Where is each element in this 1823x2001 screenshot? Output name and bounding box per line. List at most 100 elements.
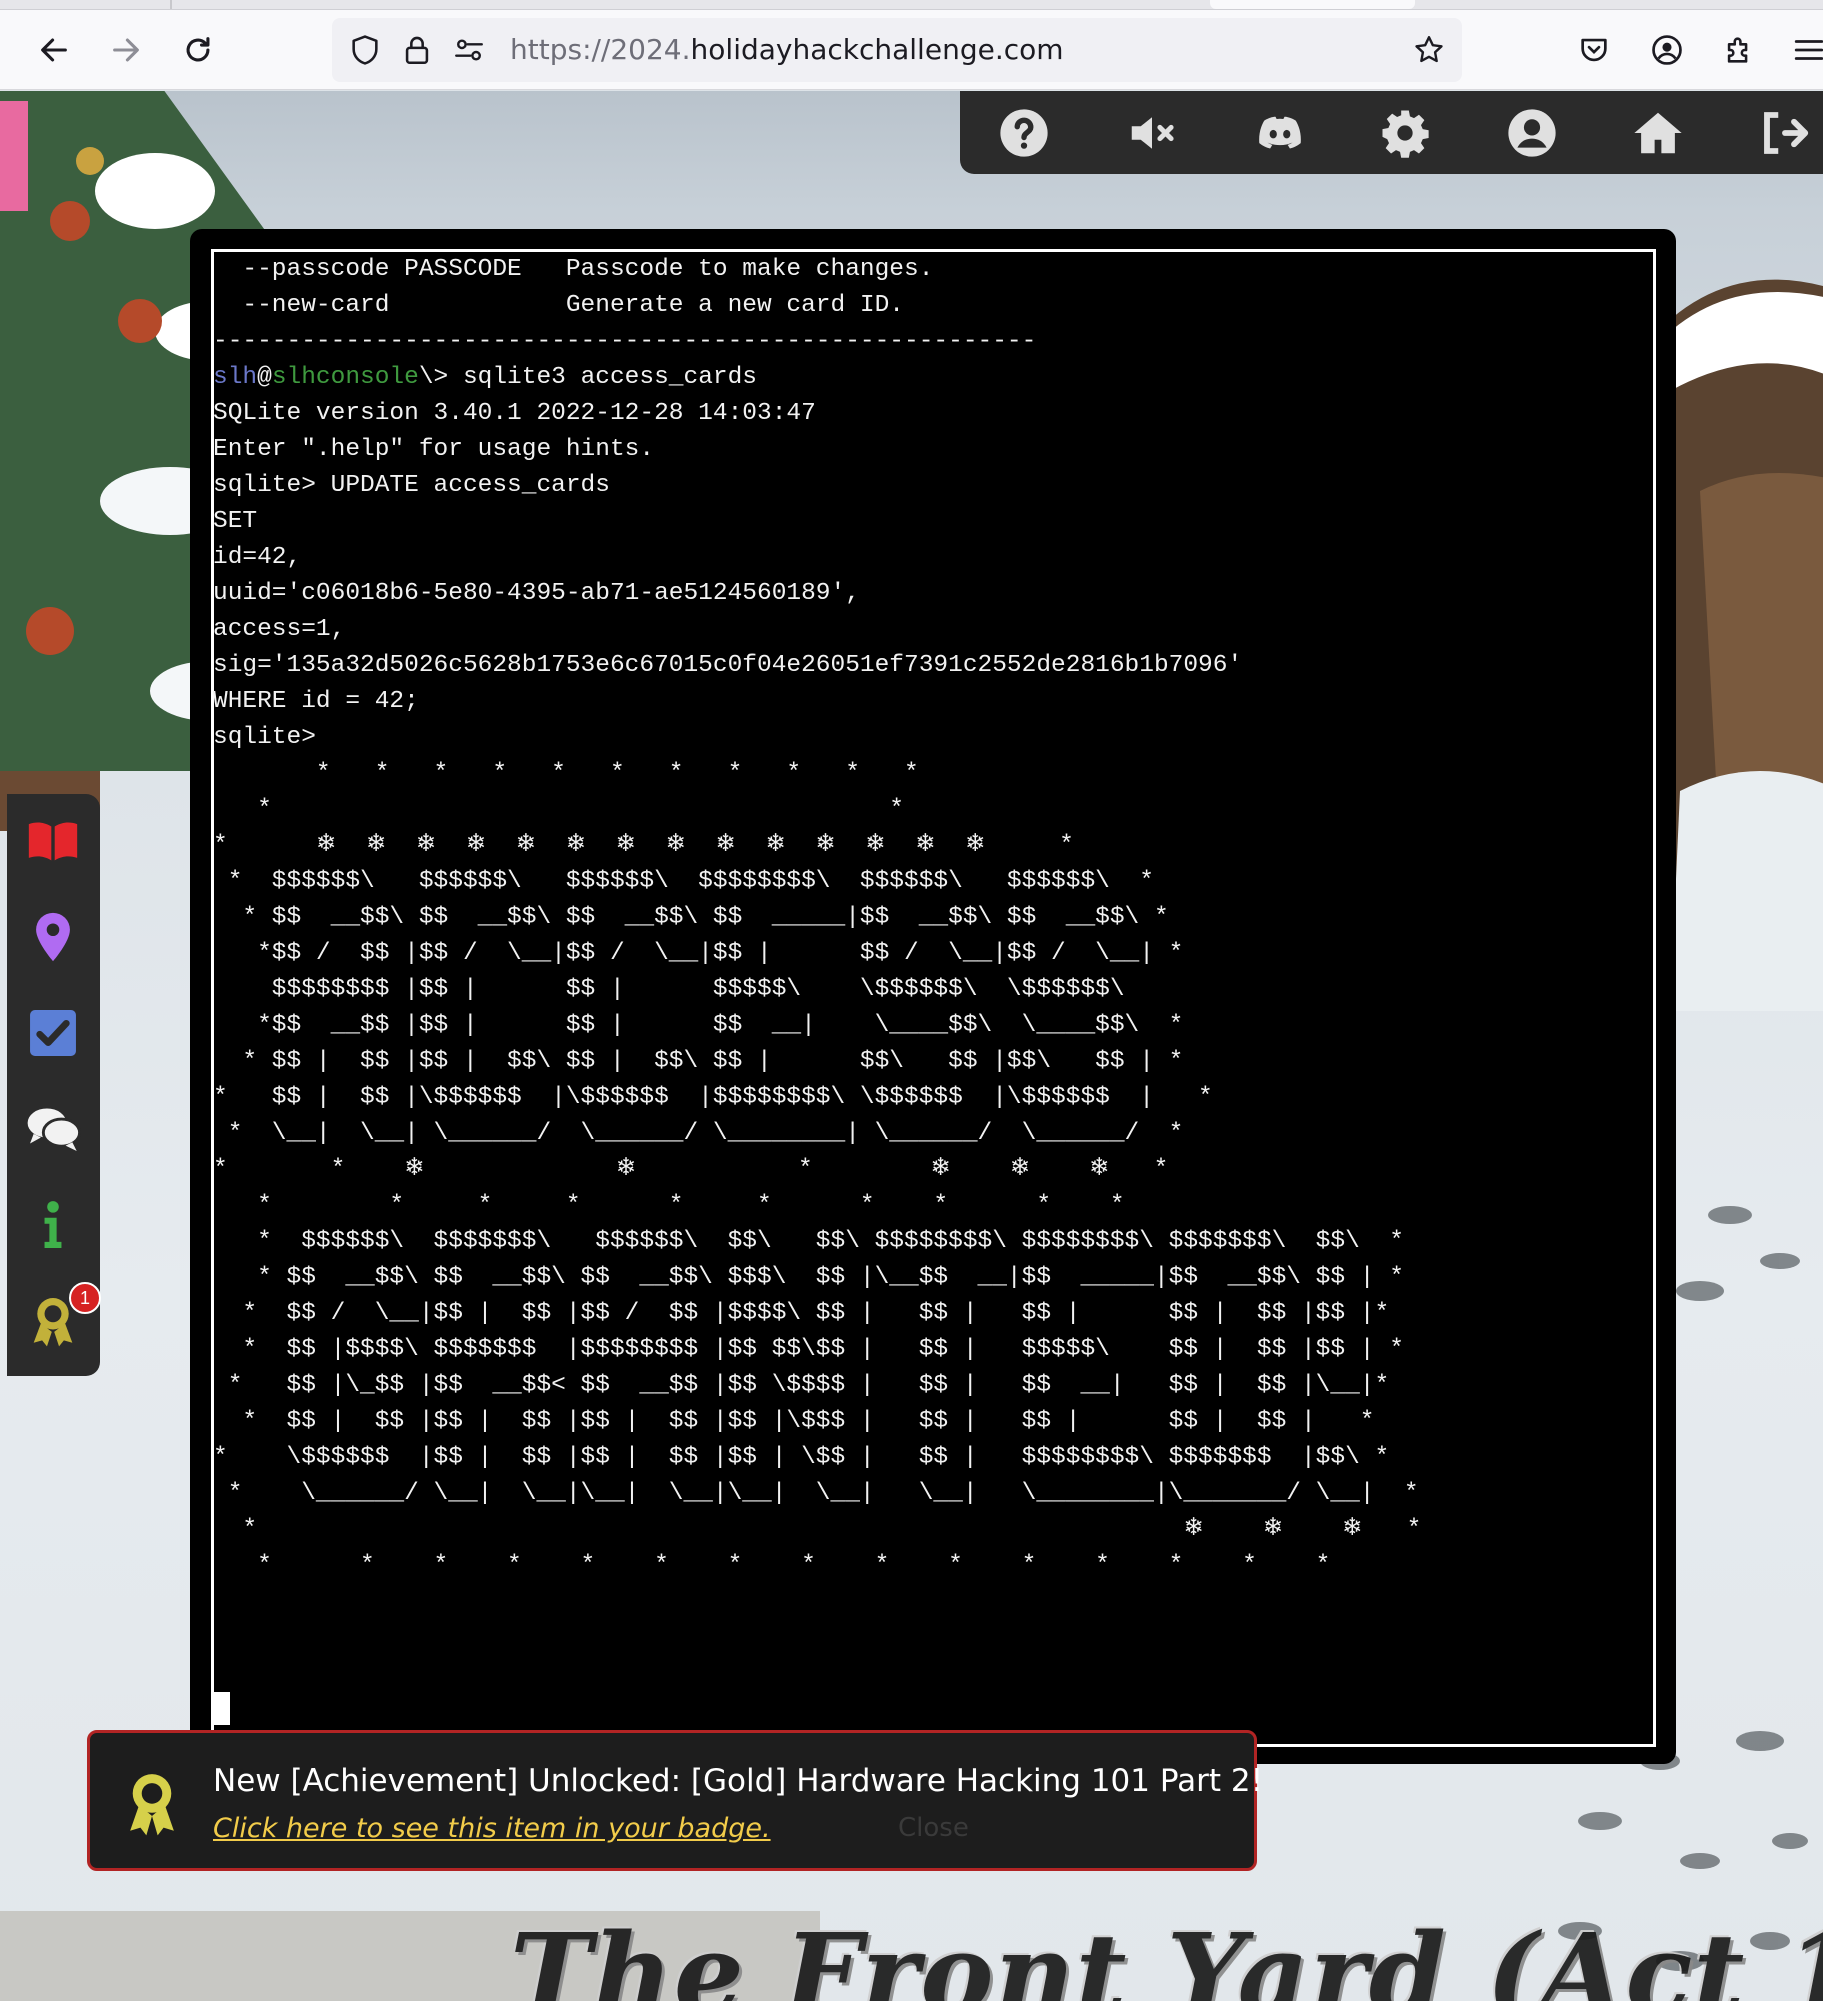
forward-arrow-icon [113,38,139,62]
prompt-host: slhconsole [271,364,419,391]
prompt-command: sqlite3 access_cards [448,364,758,391]
browser-toolbar: https://2024.holidayhackchallenge.com [0,10,1823,90]
terminal-line: sqlite> UPDATE access_cards [213,472,610,499]
location-title: The Front Yard (Act 1) [510,1909,1823,2001]
terminal-line: * $$ | $$ |$$ | $$ |$$ | $$ |$$ |\$$$ | … [213,1408,1375,1435]
profile-icon [1508,109,1556,157]
menu-button[interactable] [1785,26,1823,74]
back-arrow-icon [41,38,67,62]
info-button[interactable] [20,1192,86,1258]
terminal-line: * \______/ \__| \__|\__| \__|\__| \__| \… [213,1480,1419,1507]
terminal-line: SET [213,508,258,535]
url-prefix: https://2024. [510,33,691,66]
account-button[interactable] [1643,26,1691,74]
mute-icon [1131,117,1174,149]
terminal-line: * $$ |\_$$ |$$ __$$< $$ __$$ |$$ \$$$$ |… [213,1372,1390,1399]
map-pin-icon [36,912,70,962]
reload-button[interactable] [174,26,222,74]
achievement-toast[interactable]: New [Achievement] Unlocked: [Gold] Hardw… [87,1730,1263,1871]
terminal-line: WHERE id = 42; [213,688,419,715]
prompt-user: slh [213,364,258,391]
home-icon [1634,112,1682,154]
terminal-line: uuid='c06018b6-5e80-4395-ab71-ae51245601… [213,580,860,607]
prompt-at: @ [257,364,272,391]
info-icon [44,1201,62,1248]
active-tab[interactable] [1210,0,1415,9]
toast-close-button[interactable]: Close [898,1813,969,1843]
terminal-line: * * [213,796,905,823]
terminal-line: *$$ / $$ |$$ / \__|$$ / \__|$$ | $$ / \_… [213,940,1184,967]
discord-icon [1259,116,1301,149]
terminal-line: * * ❄ ❄ * ❄ ❄ ❄ * [213,1156,1169,1183]
objectives-book-icon [28,822,78,861]
terminal-line: Enter ".help" for usage hints. [213,436,655,463]
terminal-line: access=1, [213,616,346,643]
terminal-line: * $$$$$$\ $$$$$$\ $$$$$$\ $$$$$$$$\ $$$$… [213,868,1154,895]
terminal-line: * \$$$$$$ |$$ | $$ |$$ | $$ |$$ | \$$ | … [213,1444,1390,1471]
site-permissions-icon[interactable] [452,33,486,67]
checklist-button[interactable] [20,1000,86,1066]
terminal-line: --passcode PASSCODE Passcode to make cha… [213,256,934,283]
toast-badge-link[interactable]: Click here to see this item in your badg… [213,1813,771,1844]
game-left-sidebar: 1 [7,794,101,1376]
terminal-line: * * * * * * * * * * * [213,760,919,787]
toast-title: New [Achievement] Unlocked: [Gold] Hardw… [213,1763,1264,1799]
tab-strip [0,0,1823,10]
prompt-path: \> [418,364,449,391]
terminal-cursor [214,1692,230,1725]
terminal-line: ----------------------------------------… [213,328,1037,355]
terminal-line: * $$ / \__|$$ | $$ |$$ / $$ |$$$$\ $$ | … [213,1300,1390,1327]
bookmark-star-icon[interactable] [1412,33,1446,67]
account-icon [1652,35,1682,65]
logout-button[interactable] [1755,103,1815,163]
notification-badge: 1 [69,1282,101,1314]
terminal-line: * $$ __$$\ $$ __$$\ $$ __$$\ $$ _____|$$… [213,904,1169,931]
terminal-line: * $$ __$$\ $$ __$$\ $$ __$$\ $$$\ $$ |\_… [213,1264,1404,1291]
url-text[interactable]: https://2024.holidayhackchallenge.com [510,33,1064,66]
profile-button[interactable] [1502,103,1562,163]
lock-icon[interactable] [400,33,434,67]
settings-button[interactable] [1375,103,1435,163]
logout-icon [1764,112,1809,154]
terminal-line: * $$$$$$\ $$$$$$$\ $$$$$$\ $$\ $$\ $$$$$… [213,1228,1404,1255]
terminal-line: SQLite version 3.40.1 2022-12-28 14:03:4… [213,400,816,427]
terminal-line: * \__| \__| \______/ \______/ \________|… [213,1120,1184,1147]
terminal-line: * $$ |$$$$\ $$$$$$$ |$$$$$$$$ |$$ $$\$$ … [213,1336,1404,1363]
terminal-line: sig='135a32d5026c5628b1753e6c67015c0f04e… [213,652,1243,679]
terminal-line: * $$ | $$ |$$ | $$\ $$ | $$\ $$ | $$\ $$… [213,1048,1184,1075]
home-button[interactable] [1628,103,1688,163]
terminal-line: id=42, [213,544,302,571]
terminal-line: * ❄ ❄ ❄ ❄ ❄ ❄ ❄ ❄ ❄ ❄ ❄ ❄ ❄ ❄ * [213,832,1074,859]
terminal-line: * $$ | $$ |\$$$$$$ |\$$$$$$ |$$$$$$$$\ \… [213,1084,1213,1111]
terminal-prompt-line: slh@slhconsole\> sqlite3 access_cards [213,360,1653,396]
mute-button[interactable] [1122,103,1182,163]
terminal-line: * * * * * * * * * * * * * * * [213,1552,1331,1579]
chat-button[interactable] [20,1096,86,1162]
terminal-line: --new-card Generate a new card ID. [213,292,905,319]
url-bar[interactable]: https://2024.holidayhackchallenge.com [332,18,1462,82]
pocket-button[interactable] [1570,26,1618,74]
reload-icon [186,37,210,62]
back-button[interactable] [30,26,78,74]
shield-icon[interactable] [348,33,382,67]
terminal-line: * ❄ ❄ ❄ * [213,1516,1422,1543]
chat-icon [27,1108,82,1151]
help-icon [1000,109,1048,157]
discord-button[interactable] [1250,103,1310,163]
help-button[interactable] [994,103,1054,163]
objectives-button[interactable] [20,808,86,874]
terminal-line: sqlite> [213,724,316,751]
map-button[interactable] [20,904,86,970]
game-top-toolbar [960,91,1823,174]
settings-icon [1382,110,1429,158]
forward-button[interactable] [102,26,150,74]
terminal-line: *$$ __$$ |$$ | $$ | $$ __| \____$$\ \___… [213,1012,1184,1039]
checklist-icon [30,1010,76,1056]
hamburger-menu-icon [1794,40,1823,60]
puzzle-icon [1727,37,1748,63]
pocket-icon [1581,38,1607,62]
terminal-line: * * * * * * * * * * [213,1192,1125,1219]
extensions-button[interactable] [1715,26,1763,74]
terminal-output[interactable]: --passcode PASSCODE Passcode to make cha… [213,252,1653,1742]
terminal-line: $$$$$$$$ |$$ | $$ | $$$$$\ \$$$$$$\ \$$$… [213,976,1125,1003]
